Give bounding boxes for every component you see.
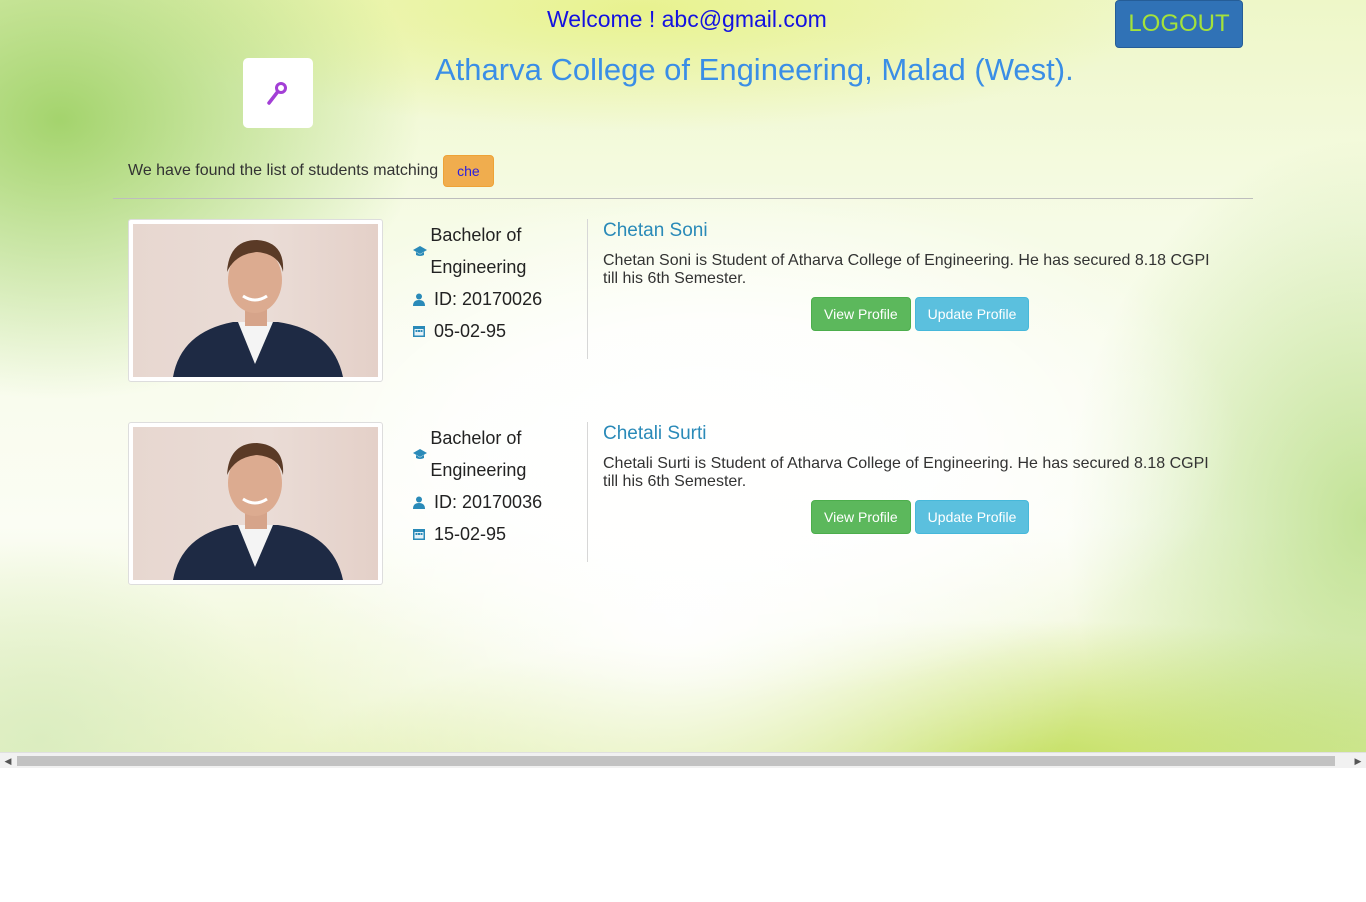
search-summary: We have found the list of students match… (128, 154, 494, 188)
horizontal-scrollbar[interactable]: ◀ ▶ (0, 752, 1366, 768)
student-id-line: ID: 20170026 (413, 283, 583, 315)
scroll-left-arrow-icon[interactable]: ◀ (0, 753, 16, 769)
calendar-icon (413, 325, 431, 337)
student-description: Chetan Soni is Student of Atharva Colleg… (603, 252, 1210, 287)
calendar-icon (413, 528, 431, 540)
student-id: ID: 20170036 (434, 492, 543, 512)
divider (113, 198, 1253, 199)
student-dob: 05-02-95 (434, 321, 507, 341)
student-actions: View Profile Update Profile (811, 297, 1030, 331)
course-text: Bachelor of Engineering (430, 428, 527, 480)
student-id: ID: 20170026 (434, 289, 543, 309)
view-profile-button[interactable]: View Profile (811, 297, 911, 331)
student-content: Chetali Surti Chetali Surti is Student o… (603, 422, 1228, 534)
course-line: Bachelor of Engineering (413, 219, 583, 283)
page-title: Atharva College of Engineering, Malad (W… (435, 52, 1074, 87)
search-query-badge: che (443, 155, 494, 187)
graduation-cap-icon (413, 245, 427, 257)
user-icon (413, 496, 431, 509)
student-photo-frame (128, 422, 383, 585)
student-photo (133, 427, 378, 580)
student-card: Bachelor of Engineering ID: 20170036 15-… (128, 422, 1238, 588)
search-summary-text: We have found the list of students match… (128, 162, 439, 179)
welcome-text: Welcome ! abc@gmail.com (547, 6, 827, 32)
update-profile-button[interactable]: Update Profile (914, 297, 1030, 331)
key-icon (267, 82, 287, 105)
student-id-line: ID: 20170036 (413, 486, 583, 518)
student-meta: Bachelor of Engineering ID: 20170026 05-… (413, 219, 583, 347)
student-description: Chetali Surti is Student of Atharva Coll… (603, 455, 1209, 490)
student-name[interactable]: Chetali Surti (603, 423, 1228, 445)
graduation-cap-icon (413, 448, 427, 460)
student-name[interactable]: Chetan Soni (603, 220, 1228, 242)
course-line: Bachelor of Engineering (413, 422, 583, 486)
logout-button[interactable]: LOGOUT (1115, 0, 1243, 48)
scroll-right-arrow-icon[interactable]: ▶ (1350, 753, 1366, 769)
student-card: Bachelor of Engineering ID: 20170026 05-… (128, 219, 1238, 385)
separator (587, 219, 588, 359)
separator (587, 422, 588, 562)
logo (243, 58, 313, 128)
student-dob: 15-02-95 (434, 524, 507, 544)
student-content: Chetan Soni Chetan Soni is Student of At… (603, 219, 1228, 331)
page-background: Welcome ! abc@gmail.com LOGOUT Atharva C… (0, 0, 1366, 752)
dob-line: 05-02-95 (413, 315, 583, 347)
course-text: Bachelor of Engineering (430, 225, 527, 277)
student-photo (133, 224, 378, 377)
student-meta: Bachelor of Engineering ID: 20170036 15-… (413, 422, 583, 550)
scrollbar-thumb[interactable] (17, 756, 1335, 766)
student-actions: View Profile Update Profile (811, 500, 1030, 534)
view-profile-button[interactable]: View Profile (811, 500, 911, 534)
student-photo-frame (128, 219, 383, 382)
dob-line: 15-02-95 (413, 518, 583, 550)
update-profile-button[interactable]: Update Profile (914, 500, 1030, 534)
user-icon (413, 293, 431, 306)
